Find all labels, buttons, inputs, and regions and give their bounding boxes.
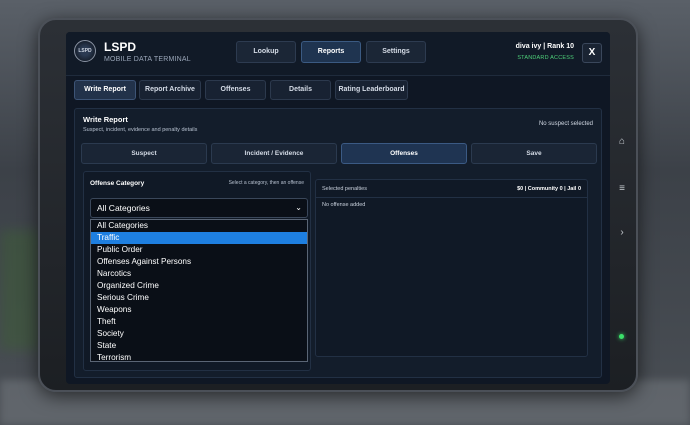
option-traffic[interactable]: Traffic [91, 232, 307, 244]
offense-category-box: Offense Category Select a category, then… [83, 171, 311, 371]
suspect-status: No suspect selected [538, 121, 593, 127]
option-all-categories[interactable]: All Categories [91, 220, 307, 232]
lspd-badge-logo: LSPD [74, 40, 96, 62]
selected-penalties-box: Selected penalties $0 | Community 0 | Ja… [315, 179, 588, 357]
write-report-panel: Write Report Suspect, incident, evidence… [74, 108, 602, 378]
option-terrorism[interactable]: Terrorism [91, 352, 307, 364]
app-header: LSPD LSPD MOBILE DATA TERMINAL Lookup Re… [66, 32, 610, 76]
option-serious-crime[interactable]: Serious Crime [91, 292, 307, 304]
step-offenses[interactable]: Offenses [341, 143, 467, 164]
divider [316, 197, 587, 198]
offense-category-label: Offense Category [90, 180, 145, 187]
selected-penalties-label: Selected penalties [322, 186, 367, 192]
background-foliage [0, 230, 40, 350]
user-info: diva ivy | Rank 10 [515, 43, 574, 50]
panel-title: Write Report [83, 115, 128, 124]
home-icon[interactable]: ⌂ [614, 136, 630, 147]
step-save[interactable]: Save [471, 143, 597, 164]
tablet-frame: ⌂ ≡ › LSPD LSPD MOBILE DATA TERMINAL Loo… [38, 18, 638, 392]
nav-settings[interactable]: Settings [366, 41, 426, 63]
tab-write-report[interactable]: Write Report [74, 80, 136, 100]
close-icon: X [588, 47, 596, 58]
category-dropdown-list[interactable]: All Categories Traffic Public Order Offe… [90, 219, 308, 362]
offense-category-select[interactable]: All Categories ⌄ [90, 198, 308, 218]
access-level: STANDARD ACCESS [517, 55, 574, 61]
offense-category-hint: Select a category, then an offense [228, 180, 304, 186]
nav-lookup[interactable]: Lookup [236, 41, 296, 63]
chevron-down-icon: ⌄ [295, 203, 302, 212]
menu-icon[interactable]: ≡ [614, 183, 630, 194]
option-public-order[interactable]: Public Order [91, 244, 307, 256]
close-button[interactable]: X [582, 43, 602, 63]
step-incident-evidence[interactable]: Incident / Evidence [211, 143, 337, 164]
brand-title: LSPD [104, 40, 137, 54]
step-suspect[interactable]: Suspect [81, 143, 207, 164]
option-theft[interactable]: Theft [91, 316, 307, 328]
select-value: All Categories [97, 203, 150, 213]
option-offenses-against-persons[interactable]: Offenses Against Persons [91, 256, 307, 268]
tab-rating-leaderboard[interactable]: Rating Leaderboard [335, 80, 408, 100]
no-offense-message: No offense added [322, 202, 366, 208]
penalty-totals: $0 | Community 0 | Jail 0 [517, 186, 581, 192]
mdt-screen: LSPD LSPD MOBILE DATA TERMINAL Lookup Re… [66, 32, 610, 384]
option-weapons[interactable]: Weapons [91, 304, 307, 316]
tab-details[interactable]: Details [270, 80, 331, 100]
tab-report-archive[interactable]: Report Archive [139, 80, 201, 100]
option-society[interactable]: Society [91, 328, 307, 340]
chevron-right-icon[interactable]: › [614, 227, 630, 238]
brand-subtitle: MOBILE DATA TERMINAL [104, 56, 191, 63]
panel-subtitle: Suspect, incident, evidence and penalty … [83, 127, 198, 133]
power-led [619, 334, 624, 339]
option-organized-crime[interactable]: Organized Crime [91, 280, 307, 292]
option-state[interactable]: State [91, 340, 307, 352]
nav-reports[interactable]: Reports [301, 41, 361, 63]
tab-offenses[interactable]: Offenses [205, 80, 266, 100]
option-narcotics[interactable]: Narcotics [91, 268, 307, 280]
